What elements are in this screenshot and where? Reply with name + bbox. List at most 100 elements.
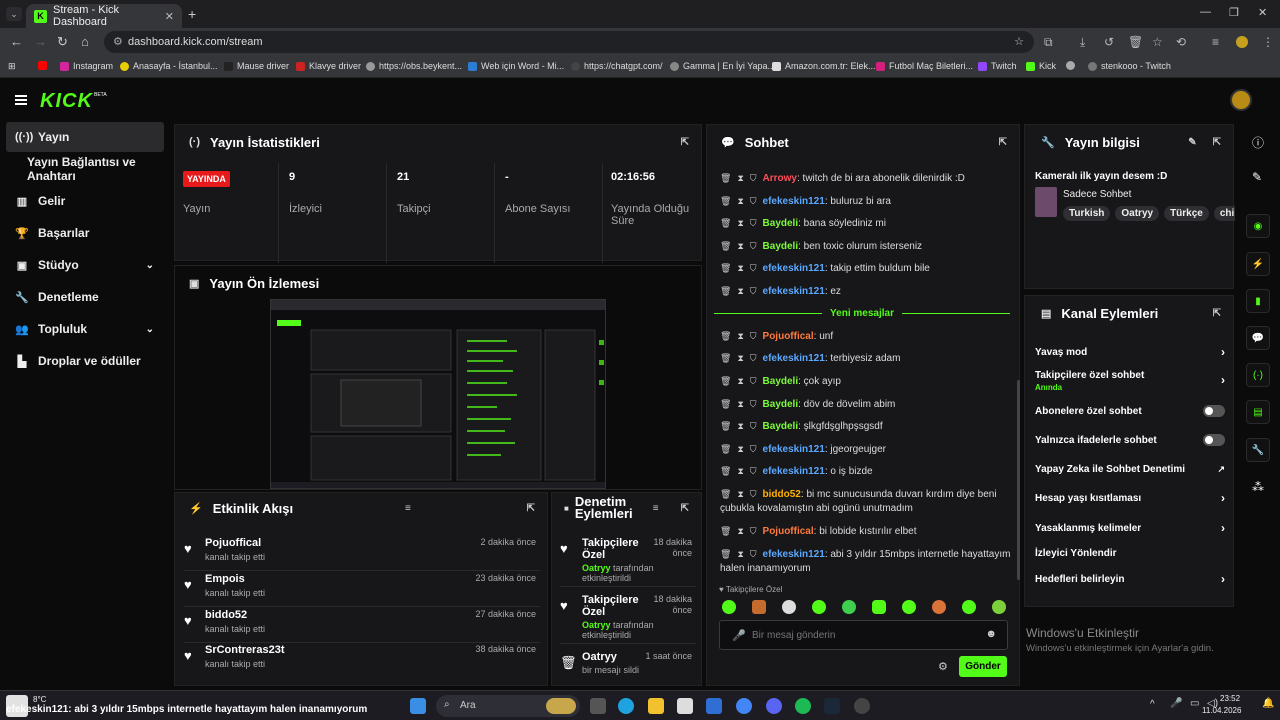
url-bar[interactable]: ⚙ dashboard.kick.com/stream ☆ — [104, 31, 1034, 53]
chat-message[interactable]: 🗑 ⧗ ⛉ efekeskin121: o iş bizde — [720, 464, 1012, 479]
profile-icon[interactable] — [1236, 36, 1248, 48]
chat-message[interactable]: 🗑 ⧗ ⛉ efekeskin121: jgeorgeujger — [720, 442, 1012, 457]
sidebar-item-drops[interactable]: ▙ Droplar ve ödüller — [6, 346, 164, 376]
action-goals[interactable]: Hedefleri belirleyin › — [1035, 569, 1225, 589]
mod-actor[interactable]: Oatryy — [582, 620, 611, 630]
chat-input-box[interactable]: 🎤 ☻ — [719, 620, 1008, 650]
bookmark-obs[interactable]: https://obs.beykent... — [366, 61, 462, 71]
chat-message[interactable]: 🗑 ⧗ ⛉ Arrowy: twitch de bi ara abonelik dil… — [720, 171, 1012, 186]
rail-stats-button[interactable]: (·) — [1246, 363, 1270, 387]
action-account-age[interactable]: Hesap yaşı kısıtlaması › — [1035, 488, 1225, 508]
sidebar-item-revenue[interactable]: ▥ Gelir — [6, 186, 164, 216]
kick-logo[interactable]: KICK — [40, 90, 93, 113]
emote-icon[interactable] — [782, 600, 796, 614]
discord-icon[interactable] — [766, 698, 782, 714]
chat-message[interactable]: 🗑 ⧗ ⛉ Baydeli: çok ayıp — [720, 374, 1012, 389]
tray-chevron-icon[interactable]: ^ — [1150, 699, 1155, 710]
bookmark-chatgpt[interactable]: https://chatgpt.com/ — [571, 61, 663, 71]
edit-pencil-icon[interactable]: ✎ — [1252, 170, 1262, 184]
more-icon[interactable]: ⁂ — [1252, 480, 1264, 494]
category-thumbnail[interactable] — [1035, 187, 1057, 217]
trash-icon[interactable]: 🗑 — [1128, 35, 1143, 49]
favorites-icon[interactable]: ☆ — [1152, 35, 1163, 49]
translate-icon[interactable]: ⟲ — [1176, 35, 1186, 49]
chat-message[interactable]: 🗑 ⧗ ⛉ efekeskin121: terbiyesiz adam — [720, 351, 1012, 366]
delete-icon[interactable]: 🗑 — [720, 173, 731, 183]
timeout-icon[interactable]: ⧗ — [737, 263, 743, 273]
delete-icon[interactable]: 🗑 — [720, 376, 731, 386]
close-window-icon[interactable]: ✕ — [1258, 6, 1267, 19]
sidebar-item-moderation[interactable]: 🔧 Denetleme — [6, 282, 164, 312]
browser-tab[interactable]: K Stream - Kick Dashboard ✕ — [26, 4, 182, 28]
taskbar-search[interactable]: ⌕ Ara — [436, 695, 580, 717]
bookmark-star-icon[interactable]: ☆ — [1014, 31, 1024, 53]
moderation-item[interactable]: ♥ Takipçilere Özel 18 dakika önce Oatryy ta… — [560, 594, 696, 644]
sidebar-item-achievements[interactable]: 🏆 Başarılar — [6, 218, 164, 248]
delete-icon[interactable]: 🗑 — [720, 353, 731, 363]
edit-pencil-icon[interactable]: ✎ — [1188, 137, 1196, 148]
chat-username[interactable]: Pojuoffical — [763, 331, 814, 342]
delete-icon[interactable]: 🗑 — [720, 331, 731, 341]
activity-user[interactable]: biddo52 — [205, 609, 247, 621]
chat-message[interactable]: 🗑 ⧗ ⛉ Baydeli: döv de dövelim abim — [720, 397, 1012, 412]
chat-message[interactable]: 🗑 ⧗ ⛉ efekeskin121: abi 3 yıldır 15mbps int… — [720, 547, 1012, 576]
spotify-icon[interactable] — [795, 698, 811, 714]
rail-info-button[interactable]: 🔧 — [1246, 438, 1270, 462]
action-raid[interactable]: İzleyici Yönlendir — [1035, 543, 1225, 563]
timeout-icon[interactable]: ⧗ — [737, 173, 743, 183]
action-ai-moderation[interactable]: Yapay Zeka ile Sohbet Denetimi ↗ — [1035, 459, 1225, 479]
chat-username[interactable]: efekeskin121 — [763, 353, 825, 364]
timeout-icon[interactable]: ⧗ — [737, 399, 743, 409]
delete-icon[interactable]: 🗑 — [720, 466, 731, 476]
delete-icon[interactable]: 🗑 — [720, 399, 731, 409]
category-name[interactable]: Sadece Sohbet — [1063, 189, 1131, 200]
chat-username[interactable]: efekeskin121 — [763, 263, 825, 274]
stream-preview-video[interactable] — [270, 299, 606, 489]
action-banned-words[interactable]: Yasaklanmış kelimeler › — [1035, 518, 1225, 538]
network-icon[interactable]: ▭ — [1190, 698, 1199, 709]
delete-icon[interactable]: 🗑 — [720, 444, 731, 454]
clock-time[interactable]: 23:52 — [1220, 694, 1240, 703]
edge-icon[interactable] — [618, 698, 634, 714]
timeout-icon[interactable]: ⧗ — [737, 549, 743, 559]
delete-icon[interactable]: 🗑 — [720, 196, 731, 206]
timeout-icon[interactable]: ⧗ — [737, 353, 743, 363]
chat-username[interactable]: efekeskin121 — [763, 286, 825, 297]
chat-settings-gear-icon[interactable]: ⚙ — [938, 660, 948, 673]
popout-icon[interactable]: ⇱ — [681, 503, 689, 514]
activity-user[interactable]: Pojuoffical — [205, 537, 261, 549]
delete-icon[interactable]: 🗑 — [720, 421, 731, 431]
popout-icon[interactable]: ⇱ — [527, 503, 535, 514]
rail-activity-button[interactable]: ⚡ — [1246, 252, 1270, 276]
chat-message[interactable]: 🗑 ⧗ ⛉ Baydeli: ben toxic olurum isterseniz — [720, 239, 1012, 254]
bookmark-futbol[interactable]: Futbol Maç Biletleri... — [876, 61, 973, 71]
bookmark-istanbul[interactable]: Anasayfa - İstanbul... — [120, 61, 218, 71]
sidebar-item-community[interactable]: 👥 Topluluk ⌄ — [6, 314, 164, 344]
tag-chip[interactable]: Oatryy — [1115, 206, 1160, 221]
emote-icon[interactable] — [962, 600, 976, 614]
tag-chip[interactable]: Turkish — [1063, 206, 1111, 221]
site-info-icon[interactable]: ⚙ — [113, 31, 123, 53]
sidebar-item-stream[interactable]: ((·)) Yayın — [6, 122, 164, 152]
clock-date[interactable]: 11.04.2026 — [1202, 706, 1241, 715]
timeout-icon[interactable]: ⧗ — [737, 241, 743, 251]
maximize-icon[interactable]: ❐ — [1229, 6, 1239, 19]
info-icon[interactable]: ⓘ — [1252, 134, 1264, 151]
menu-icon[interactable]: ⋮ — [1262, 35, 1274, 49]
moderation-item[interactable]: 🗑 Oatryy 1 saat önce bir mesajı sildi — [560, 651, 696, 679]
bookmark-twitch[interactable]: Twitch — [978, 61, 1017, 71]
delete-icon[interactable]: 🗑 — [720, 241, 731, 251]
chat-username[interactable]: Pojuoffical — [763, 526, 814, 537]
timeout-icon[interactable]: ⧗ — [737, 331, 743, 341]
emote-icon[interactable] — [842, 600, 856, 614]
delete-icon[interactable]: 🗑 — [720, 263, 731, 273]
activity-user[interactable]: Empois — [205, 573, 245, 585]
bookmark-keyboard[interactable]: Klavye driver — [296, 61, 361, 71]
delete-icon[interactable]: 🗑 — [720, 218, 731, 228]
filter-icon[interactable]: ≡ — [405, 503, 411, 514]
delete-icon[interactable]: 🗑 — [720, 549, 731, 559]
mail-icon[interactable] — [706, 698, 722, 714]
chat-message[interactable]: 🗑 ⧗ ⛉ Pojuoffical: bi lobide kıstırılır elb… — [720, 524, 1012, 539]
moderation-item[interactable]: ♥ Takipçilere Özel 18 dakika önce Oatryy ta… — [560, 537, 696, 587]
start-icon[interactable] — [410, 698, 426, 714]
